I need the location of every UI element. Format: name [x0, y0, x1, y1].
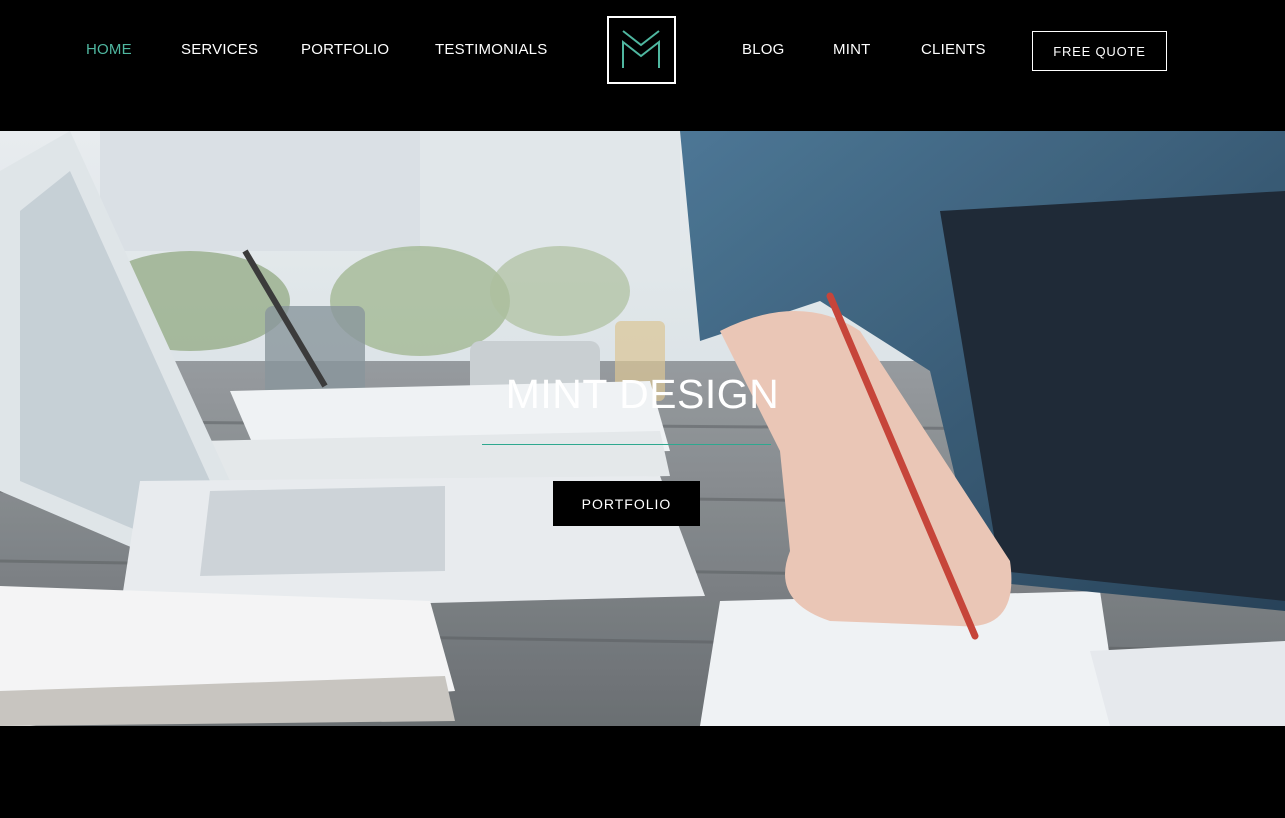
site-header: HOME SERVICES PORTFOLIO TESTIMONIALS BLO… — [0, 0, 1285, 131]
m-monogram-icon — [622, 30, 660, 68]
portfolio-button[interactable]: PORTFOLIO — [553, 481, 700, 526]
nav-testimonials[interactable]: TESTIMONIALS — [435, 41, 547, 58]
nav-clients[interactable]: CLIENTS — [921, 41, 986, 58]
nav-blog[interactable]: BLOG — [742, 41, 784, 58]
nav-home[interactable]: HOME — [86, 41, 132, 58]
nav-services[interactable]: SERVICES — [181, 41, 258, 58]
hero-title: MINT DESIGN — [505, 371, 780, 417]
logo[interactable] — [607, 16, 676, 84]
nav-mint[interactable]: MINT — [833, 41, 870, 58]
free-quote-button[interactable]: FREE QUOTE — [1032, 31, 1167, 71]
page-bottom-band — [0, 726, 1285, 818]
nav-portfolio[interactable]: PORTFOLIO — [301, 41, 389, 58]
hero-background-image — [0, 131, 1285, 726]
hero-banner: MINT DESIGN PORTFOLIO — [0, 131, 1285, 726]
hero-divider — [482, 444, 771, 445]
